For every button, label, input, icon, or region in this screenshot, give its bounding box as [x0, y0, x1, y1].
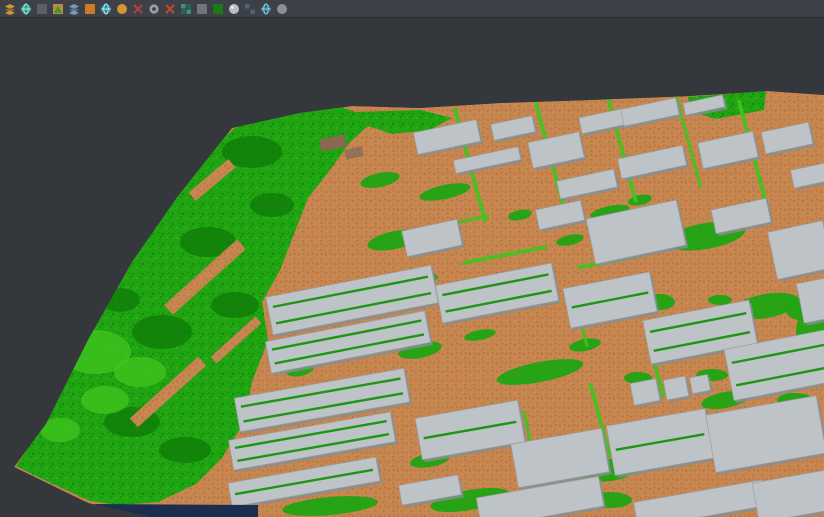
measure-glyph [132, 3, 144, 15]
mesh-icon[interactable] [242, 1, 257, 16]
camera-glyph [196, 3, 208, 15]
info-icon[interactable] [274, 1, 289, 16]
save-icon[interactable] [34, 1, 49, 16]
globe-3d-glyph [100, 3, 112, 15]
building [663, 376, 691, 403]
classification-glyph [212, 3, 224, 15]
sphere-render-icon[interactable] [226, 1, 241, 16]
building [630, 378, 662, 408]
building [690, 374, 713, 396]
box-select-glyph [84, 3, 96, 15]
layers-icon[interactable] [66, 1, 81, 16]
layers-glyph [68, 3, 80, 15]
3d-viewport[interactable] [0, 18, 824, 517]
terrain-view-glyph [52, 3, 64, 15]
measure-icon[interactable] [130, 1, 145, 16]
terrain-view-icon[interactable] [50, 1, 65, 16]
grid-icon[interactable] [178, 1, 193, 16]
import-cloud-glyph [20, 3, 32, 15]
sun-shading-glyph [116, 3, 128, 15]
sphere-render-glyph [228, 3, 240, 15]
sun-shading-icon[interactable] [114, 1, 129, 16]
info-glyph [276, 3, 288, 15]
open-project-icon[interactable] [2, 1, 17, 16]
save-glyph [36, 3, 48, 15]
delete-section-icon[interactable] [162, 1, 177, 16]
point-cloud-scene [0, 18, 824, 517]
ortho-globe-glyph [260, 3, 272, 15]
settings-gear-glyph [148, 3, 160, 15]
import-cloud-icon[interactable] [18, 1, 33, 16]
settings-gear-icon[interactable] [146, 1, 161, 16]
grid-glyph [180, 3, 192, 15]
delete-section-glyph [164, 3, 176, 15]
camera-icon[interactable] [194, 1, 209, 16]
classification-icon[interactable] [210, 1, 225, 16]
globe-3d-icon[interactable] [98, 1, 113, 16]
box-select-icon[interactable] [82, 1, 97, 16]
ortho-globe-icon[interactable] [258, 1, 273, 16]
application-window [0, 0, 824, 517]
open-project-glyph [4, 3, 16, 15]
mesh-glyph [244, 3, 256, 15]
main-toolbar [0, 0, 824, 18]
